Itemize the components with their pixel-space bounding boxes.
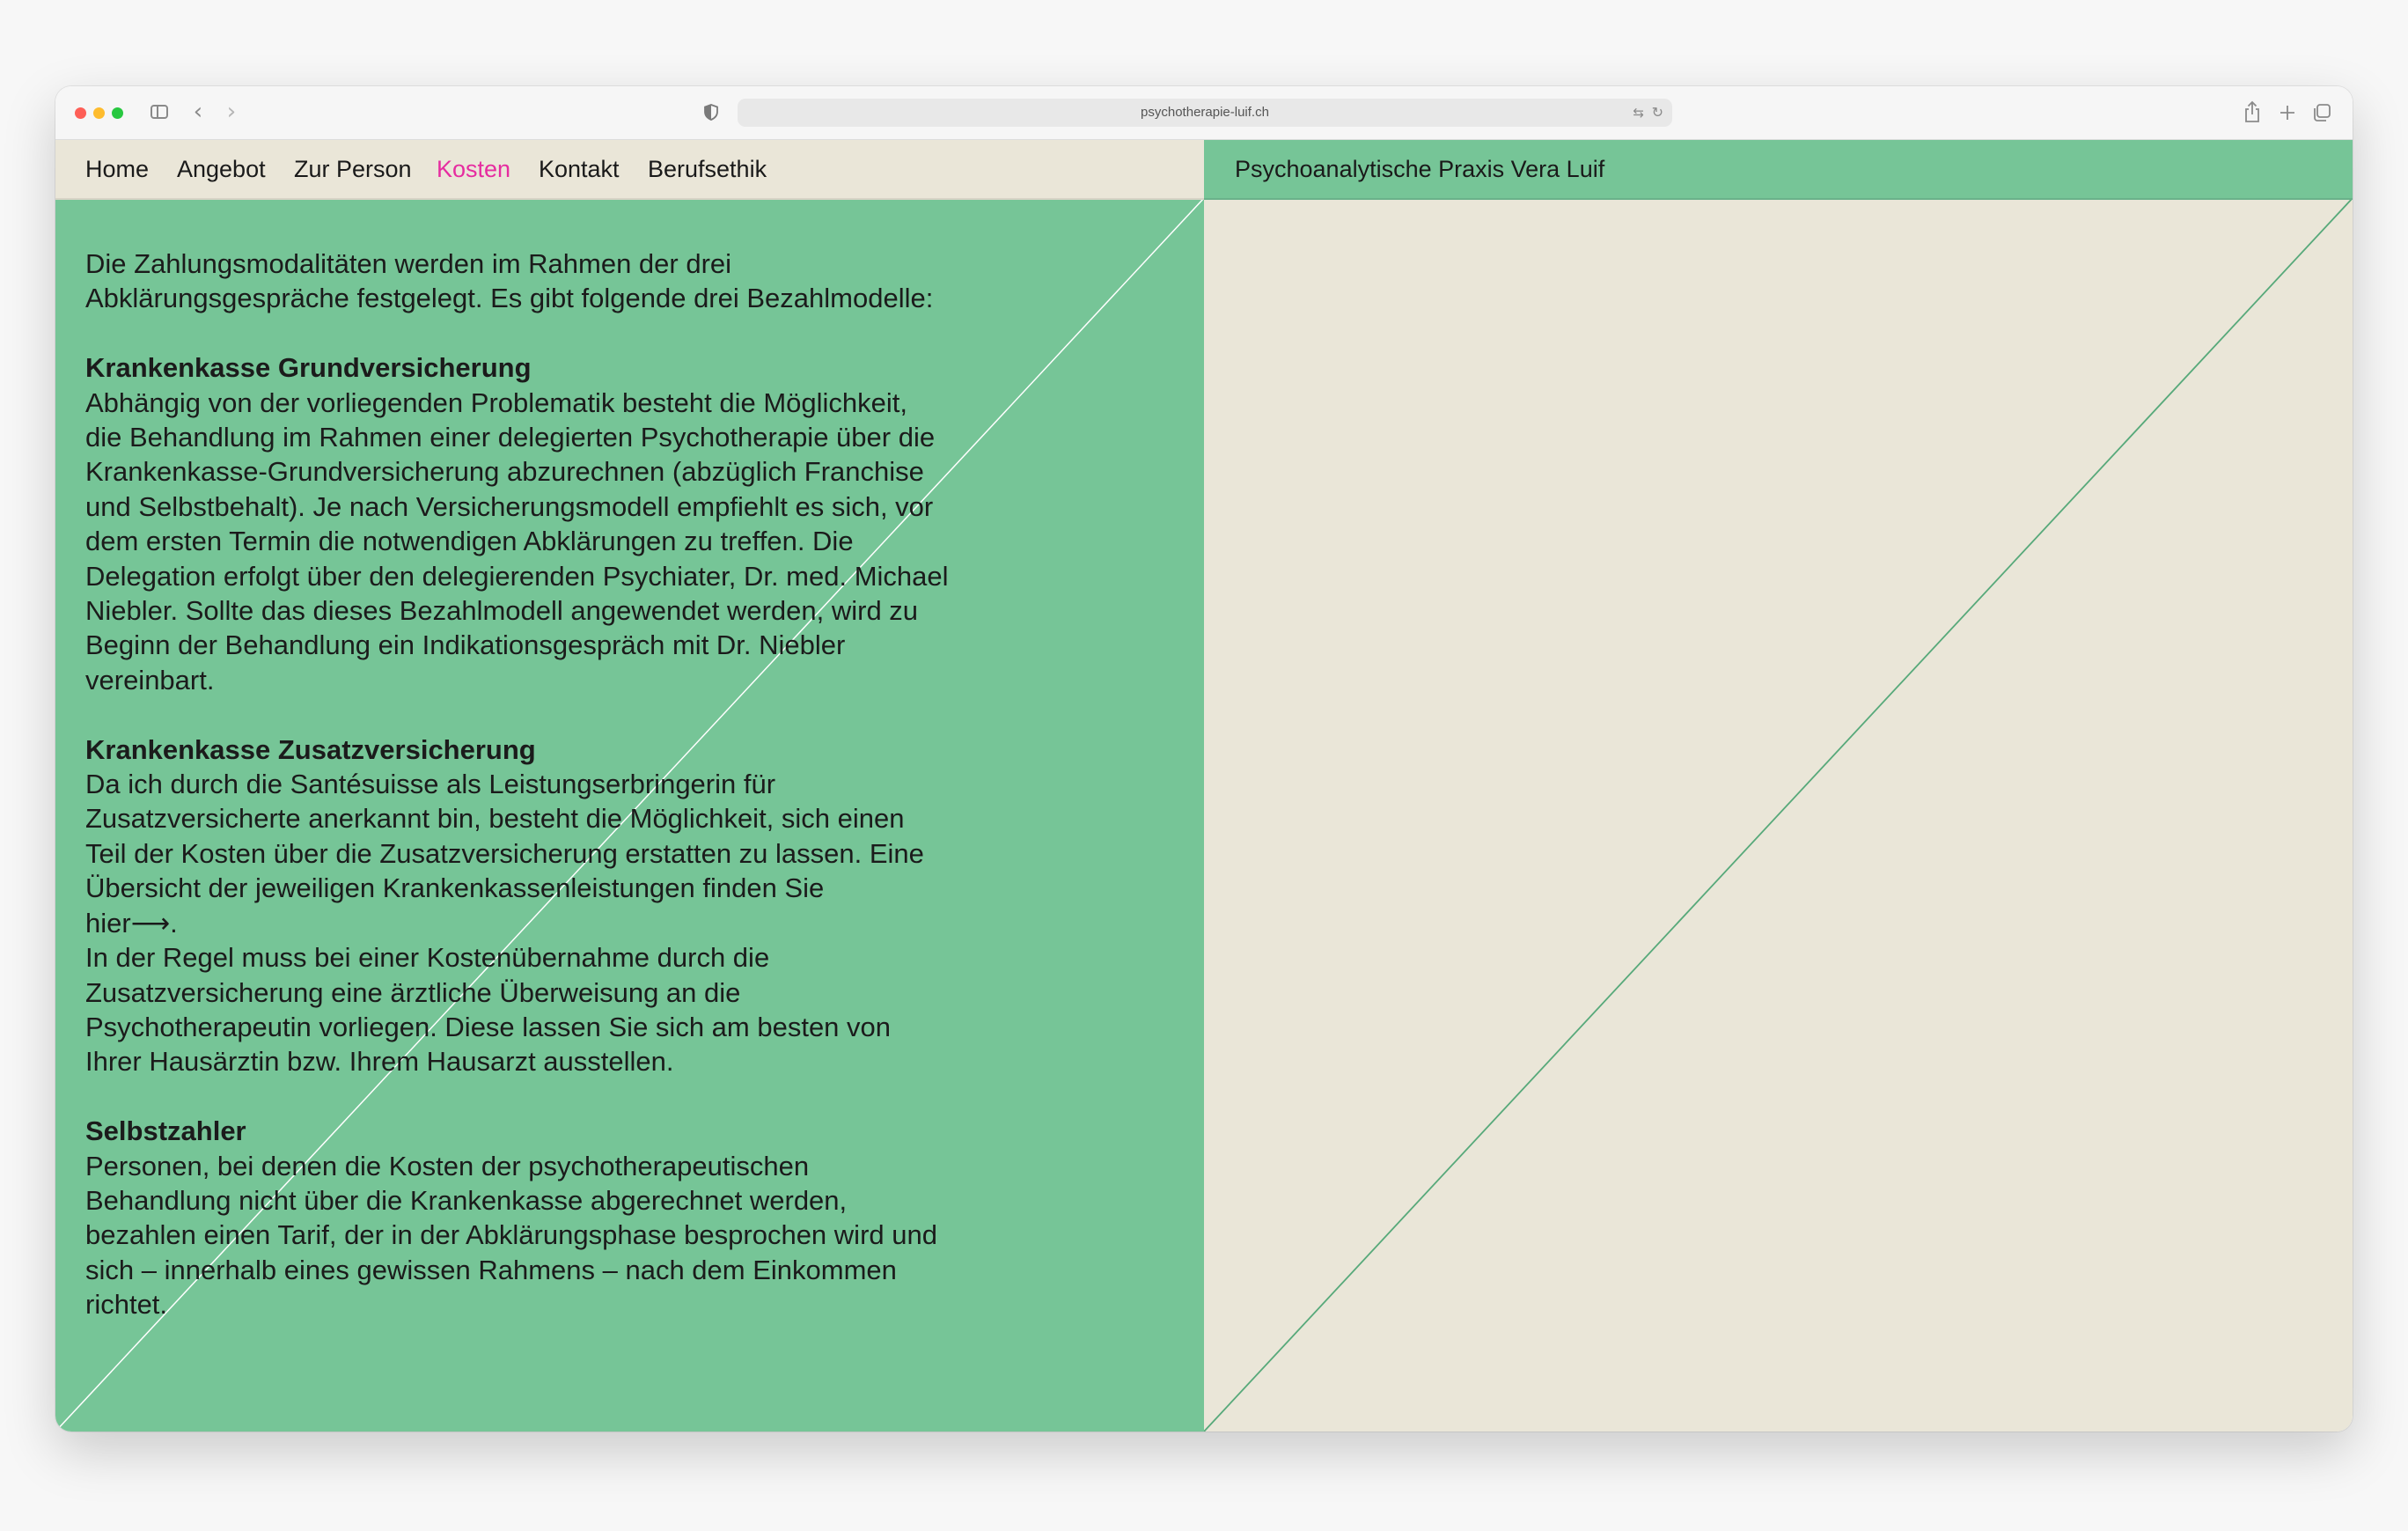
share-icon[interactable] [2243,100,2261,123]
site-header: Psychoanalytische Praxis Vera Luif [1204,140,2353,200]
section-heading: Selbstzahler [85,1115,246,1147]
body-line: Teil der Kosten über die Zusatzversicher… [85,837,924,869]
body-line: Abhängig von der vorliegenden Problemati… [85,386,908,418]
body-line: und Selbstbehalt). Je nach Versicherungs… [85,490,934,522]
page-content: Die Zahlungsmodalitäten werden im Rahmen… [85,247,1027,1322]
section-heading: Krankenkasse Grundversicherung [85,352,532,384]
zoom-window-button[interactable] [112,107,123,119]
plus-icon[interactable] [2279,104,2296,121]
intro-line: Abklärungsgespräche festgelegt. Es gibt … [85,283,934,314]
nav-item-kosten[interactable]: Kosten [437,140,510,198]
nav-item-kontakt[interactable]: Kontakt [539,140,620,198]
body-line: Übersicht der jeweiligen Krankenkassenle… [85,872,825,904]
translate-icon[interactable]: ⇆ [1633,104,1644,121]
body-line: Beginn der Behandlung ein Indikationsges… [85,629,846,661]
nav-item-home[interactable]: Home [85,140,149,198]
tab-overview-icon[interactable] [2312,103,2331,122]
image-panel [1204,140,2353,1432]
body-line: sich – innerhalb eines gewissen Rahmens … [85,1254,897,1285]
body-line: die Behandlung im Rahmen einer delegiert… [85,422,936,453]
browser-window: ‹ › psychotherapie-luif.ch ⇆ ↻ Home Ange… [55,86,2353,1432]
browser-toolbar: ‹ › psychotherapie-luif.ch ⇆ ↻ [55,86,2353,140]
section-heading: Krankenkasse Zusatzversicherung [85,733,536,765]
url-text: psychotherapie-luif.ch [1141,105,1269,120]
nav-item-zur-person[interactable]: Zur Person [294,140,412,198]
chevron-right-icon[interactable]: › [221,97,242,127]
body-line: Niebler. Sollte das dieses Bezahlmodell … [85,595,919,627]
close-window-button[interactable] [75,107,86,119]
body-line: Ihrer Hausärztin bzw. Ihrem Hausarzt aus… [85,1046,674,1078]
insurance-overview-link[interactable]: hier⟶. [85,908,178,938]
body-line: Zusatzversicherung eine ärztliche Überwe… [85,976,741,1008]
body-line: Personen, bei denen die Kosten der psych… [85,1150,810,1181]
body-line: Da ich durch die Santésuisse als Leistun… [85,769,776,800]
chevron-left-icon[interactable]: ‹ [187,97,209,127]
sidebar-icon[interactable] [150,105,168,119]
body-line: richtet. [85,1289,168,1321]
address-bar[interactable]: psychotherapie-luif.ch ⇆ ↻ [738,99,1672,127]
body-line: vereinbart. [85,664,215,696]
web-page: Home Angebot Zur Person Kosten Kontakt B… [55,140,2353,1432]
body-line: Delegation erfolgt über den delegierende… [85,560,949,592]
reload-icon[interactable]: ↻ [1652,103,1663,122]
site-title[interactable]: Psychoanalytische Praxis Vera Luif [1235,140,1604,198]
shield-icon[interactable] [704,104,718,121]
minimize-window-button[interactable] [93,107,105,119]
body-line: bezahlen einen Tarif, der in der Abkläru… [85,1219,937,1251]
main-navigation: Home Angebot Zur Person Kosten Kontakt B… [55,140,1204,200]
body-line: Zusatzversicherte anerkannt bin, besteht… [85,803,905,835]
body-line: dem ersten Termin die notwendigen Abklär… [85,526,854,557]
intro-line: Die Zahlungsmodalitäten werden im Rahmen… [85,248,732,279]
body-line: Psychotherapeutin vorliegen. Diese lasse… [85,1011,892,1042]
body-line: In der Regel muss bei einer Kostenüberna… [85,942,770,974]
nav-item-berufsethik[interactable]: Berufsethik [648,140,767,198]
body-line: Behandlung nicht über die Krankenkasse a… [85,1184,848,1216]
body-line: Krankenkasse-Grundversicherung abzurechn… [85,456,924,488]
nav-item-angebot[interactable]: Angebot [177,140,266,198]
